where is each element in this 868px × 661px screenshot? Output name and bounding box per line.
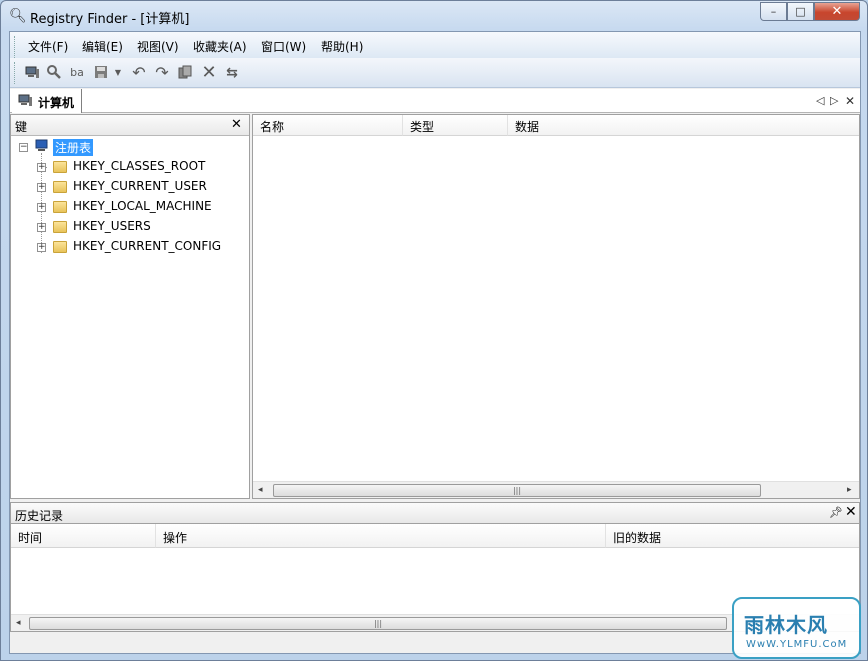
key-tree-pane: 键 ✕ − 注册表 + HKEY_CLASSES_ROOT + HKEY_CUR… [10, 114, 250, 499]
menu-file[interactable]: 文件(F) [28, 38, 68, 55]
column-label: 数据 [515, 120, 540, 134]
key-pane-title: 键 [15, 120, 28, 134]
copy-icon[interactable] [176, 64, 194, 82]
undo-icon[interactable]: ↶ [130, 64, 148, 82]
column-label: 操作 [163, 531, 188, 545]
client-area: 文件(F) 编辑(E) 视图(V) 收藏夹(A) 窗口(W) 帮助(H) ba … [9, 31, 861, 654]
toolbar: ba ▼ ↶ ↷ ✕ ⇆ [10, 58, 860, 88]
scroll-left-icon[interactable]: ◂ [16, 618, 21, 628]
title-bar: 🔍︎ Registry Finder - [计算机] – □ ✕ [1, 1, 868, 31]
scrollbar-thumb[interactable]: ||| [29, 617, 727, 630]
minimize-button[interactable]: – [760, 2, 787, 21]
tree-label: HKEY_CURRENT_USER [73, 179, 207, 193]
folder-icon [53, 181, 67, 193]
horizontal-scrollbar[interactable]: ◂ ||| ▸ [253, 481, 859, 498]
application-window: 🔍︎ Registry Finder - [计算机] – □ ✕ 文件(F) 编… [0, 0, 868, 661]
search-icon: 🔍︎ [9, 8, 27, 24]
redo-icon[interactable]: ↷ [153, 64, 171, 82]
scroll-right-icon[interactable]: ▸ [847, 485, 852, 495]
dropdown-icon[interactable]: ▼ [113, 64, 123, 82]
search-icon[interactable] [45, 64, 63, 82]
save-icon[interactable] [92, 64, 110, 82]
column-header-operation[interactable]: 操作 [156, 524, 606, 548]
document-tab-strip: 计算机 ◁ ▷ ✕ [10, 89, 860, 113]
menu-edit[interactable]: 编辑(E) [82, 38, 123, 55]
tree-node[interactable]: + HKEY_CLASSES_ROOT [11, 157, 249, 177]
minimize-icon: – [770, 5, 777, 18]
menu-favorites[interactable]: 收藏夹(A) [193, 38, 247, 55]
expand-icon[interactable]: + [37, 223, 46, 232]
close-button[interactable]: ✕ [814, 2, 860, 21]
close-tab-icon[interactable]: ✕ [845, 94, 855, 108]
maximize-icon: □ [795, 5, 806, 18]
close-icon[interactable]: ✕ [231, 117, 242, 132]
close-icon[interactable]: ✕ [845, 504, 857, 520]
tree-label: HKEY_LOCAL_MACHINE [73, 199, 212, 213]
column-label: 类型 [410, 120, 435, 134]
root-label[interactable]: 注册表 [53, 139, 94, 156]
delete-icon[interactable]: ✕ [200, 64, 218, 82]
maximize-button[interactable]: □ [787, 2, 814, 21]
replace-icon[interactable]: ba [68, 64, 86, 82]
column-header-type[interactable]: 类型 [403, 115, 508, 136]
column-header-name[interactable]: 名称 [253, 115, 403, 136]
watermark-logo: 雨林木风 WwW.YLMFU.CoM [732, 597, 861, 659]
column-label: 时间 [18, 531, 43, 545]
menu-view[interactable]: 视图(V) [137, 38, 179, 55]
menu-grip[interactable] [14, 36, 17, 58]
computer-icon [18, 94, 34, 111]
folder-icon [53, 161, 67, 173]
watermark-text: 雨林木风 [744, 613, 828, 637]
column-header-old-data[interactable]: 旧的数据 [606, 524, 859, 548]
expand-icon[interactable]: + [37, 243, 46, 252]
tab-label: 计算机 [38, 96, 75, 110]
scroll-left-icon[interactable]: ◂ [258, 485, 263, 495]
tree-node[interactable]: + HKEY_USERS [11, 217, 249, 237]
expand-icon[interactable]: + [37, 183, 46, 192]
scrollbar-thumb[interactable]: ||| [273, 484, 761, 497]
key-pane-header: 键 ✕ [11, 115, 249, 136]
close-icon: ✕ [831, 4, 843, 19]
toolbar-grip[interactable] [14, 62, 17, 84]
menu-window[interactable]: 窗口(W) [261, 38, 306, 55]
scroll-left-icon[interactable]: ◁ [816, 94, 824, 107]
history-title: 历史记录 [15, 509, 64, 523]
menu-bar: 文件(F) 编辑(E) 视图(V) 收藏夹(A) 窗口(W) 帮助(H) [10, 32, 860, 58]
collapse-icon[interactable]: − [19, 143, 28, 152]
folder-icon [53, 221, 67, 233]
column-label: 旧的数据 [613, 531, 662, 545]
menu-help[interactable]: 帮助(H) [321, 38, 363, 55]
tree-label: HKEY_USERS [73, 219, 151, 233]
expand-icon[interactable]: + [37, 163, 46, 172]
tree-label: HKEY_CLASSES_ROOT [73, 159, 206, 173]
folder-icon [53, 241, 67, 253]
column-header-time[interactable]: 时间 [11, 524, 156, 548]
window-title: Registry Finder - [计算机] [30, 12, 190, 27]
history-pane-header: 历史记录 📌︎ ✕ [10, 502, 860, 524]
expand-icon[interactable]: + [37, 203, 46, 212]
tree-node[interactable]: + HKEY_LOCAL_MACHINE [11, 197, 249, 217]
tab-computer[interactable]: 计算机 [12, 89, 82, 113]
scroll-right-icon[interactable]: ▷ [830, 94, 838, 107]
folder-icon [53, 201, 67, 213]
computer-icon[interactable] [23, 64, 41, 82]
column-label: 名称 [260, 120, 285, 134]
tree-node[interactable]: + HKEY_CURRENT_USER [11, 177, 249, 197]
pin-icon[interactable]: 📌︎ [829, 506, 843, 519]
tree-label: HKEY_CURRENT_CONFIG [73, 239, 222, 253]
tree-node[interactable]: + HKEY_CURRENT_CONFIG [11, 237, 249, 257]
watermark-url: WwW.YLMFU.CoM [746, 639, 848, 650]
refresh-icon[interactable]: ⇆ [223, 64, 241, 82]
value-list-pane: 名称 类型 数据 ◂ ||| ▸ [252, 114, 860, 499]
column-header-data[interactable]: 数据 [508, 115, 859, 136]
